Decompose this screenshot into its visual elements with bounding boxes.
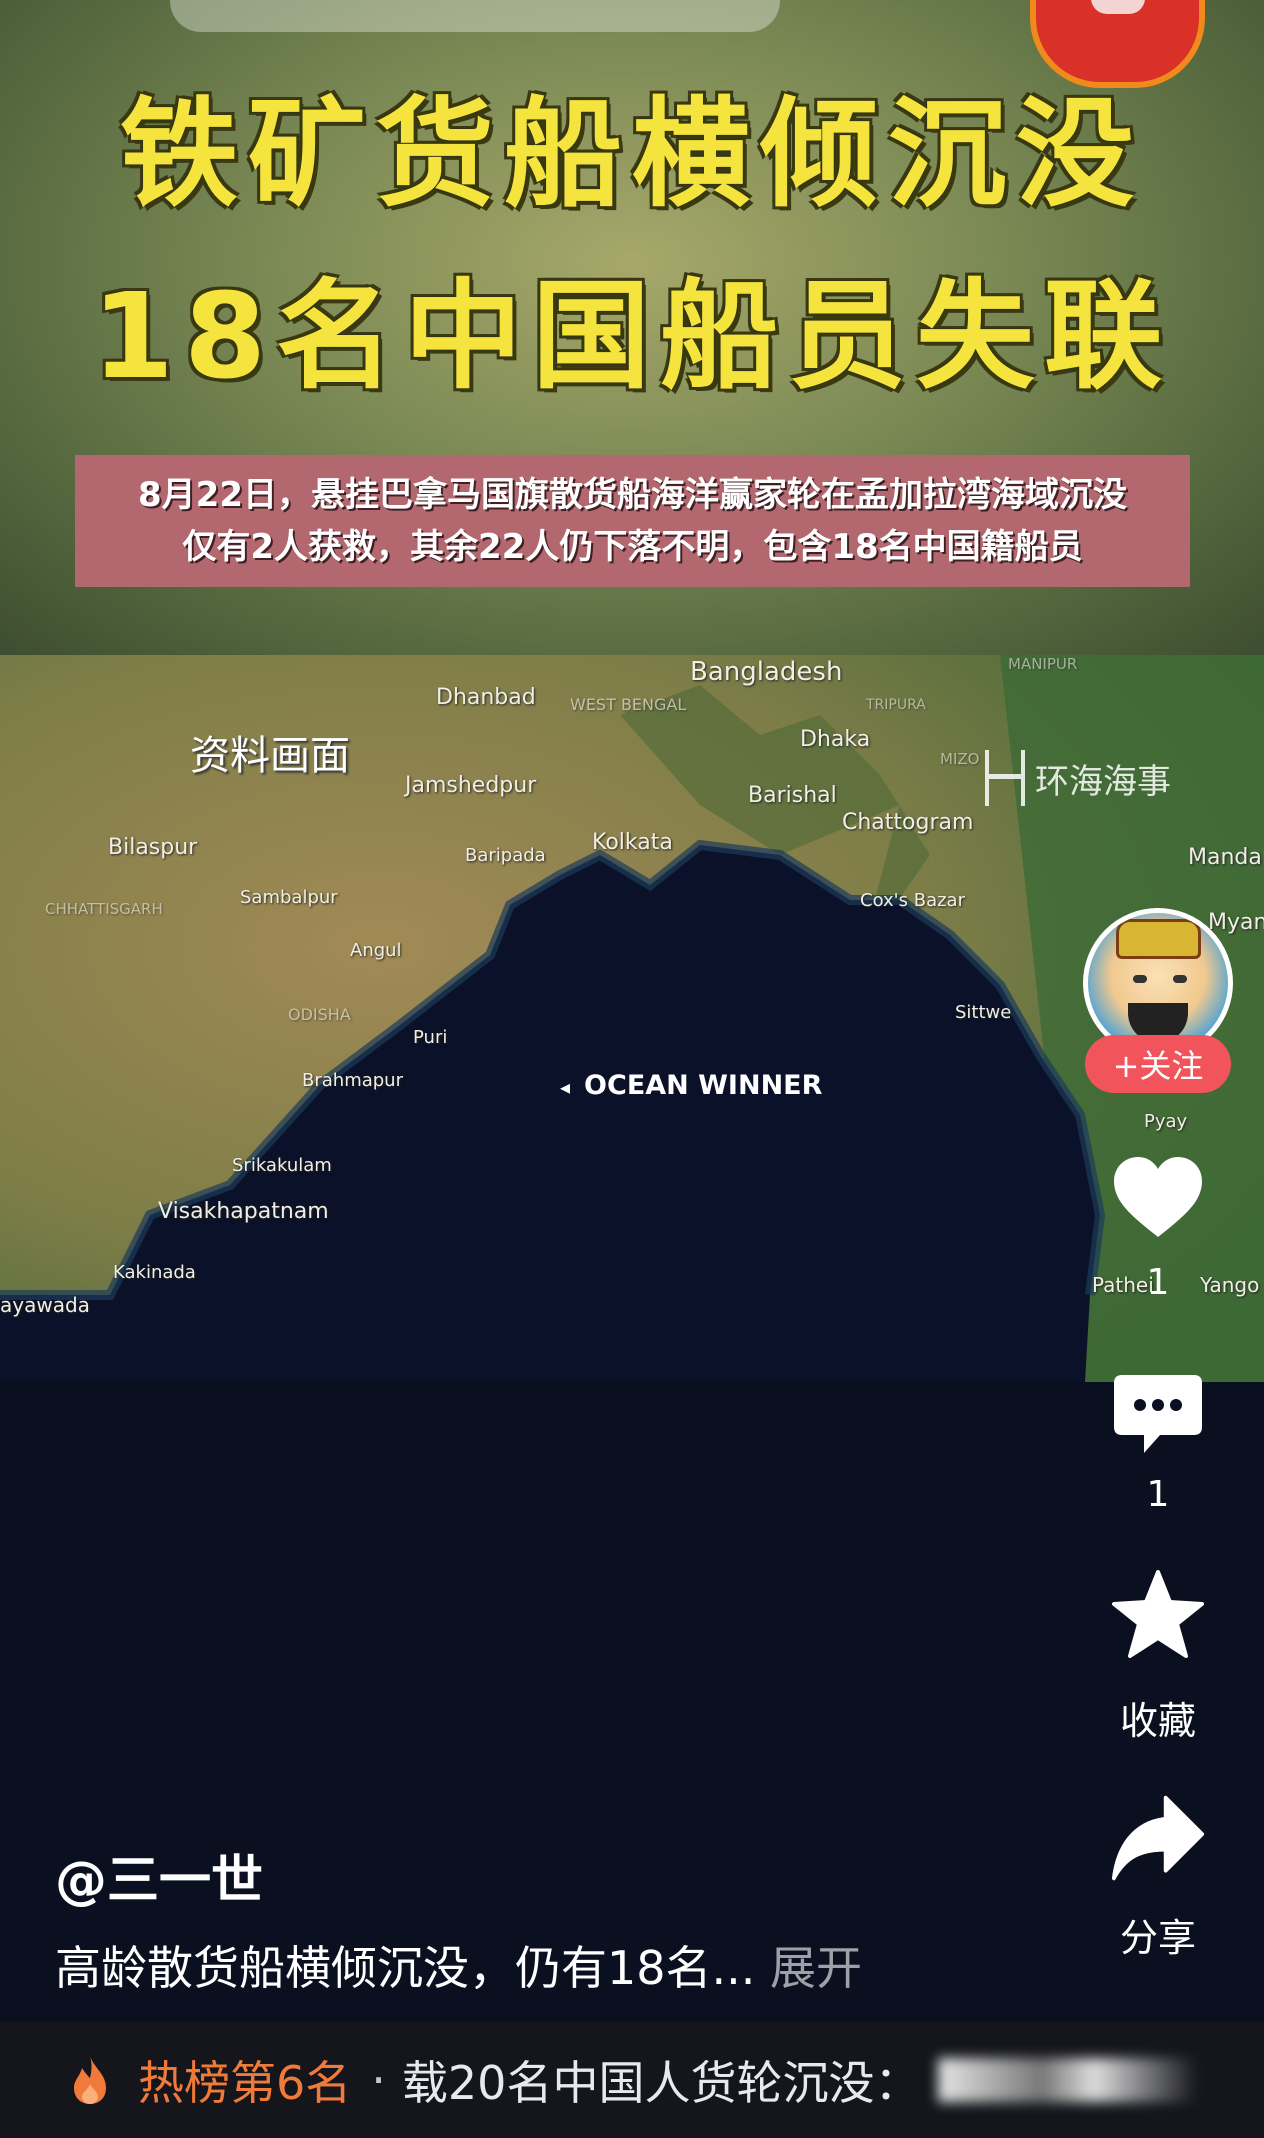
author-name[interactable]: @三一世 [55,1838,263,1913]
hot-topic-text: 载20名中国人货轮沉没： [401,2056,921,2110]
map-label-bangladesh: Bangladesh [690,657,843,687]
video-description[interactable]: 高龄散货船横倾沉没，仍有18名... 展开 [55,1932,862,1998]
map-label-visakhapatnam: Visakhapatnam [158,1199,329,1224]
map-label-baripada: Baripada [465,845,546,866]
video-title-banner: 铁矿货船横倾沉没 18名中国船员失联 8月22日，悬挂巴拿马国旗散货船海洋赢家轮… [0,0,1264,655]
map-label-brahmapur: Brahmapur [302,1070,403,1091]
share-button[interactable] [1110,1790,1206,1886]
video-lower-area[interactable] [0,1382,1264,2022]
map-label-angul: Angul [350,940,402,961]
map-label-vijayawada: ayawada [0,1293,90,1317]
map-label-chhattisgarh: CHHATTISGARH [45,900,163,918]
blurred-text [938,2058,1199,2102]
satellite-map: 资料画面 环海海事 Bangladesh Dhaka Dhanbad WEST … [0,655,1264,1382]
map-label-mandalay: Mandala [1188,845,1264,870]
map-label-kolkata: Kolkata [592,830,673,855]
description-text: 高龄散货船横倾沉没，仍有18名... [55,1941,756,1995]
share-arrow-icon [1111,1795,1205,1881]
hot-rank-label: 热榜第6名 [138,2056,352,2110]
map-label-myanmar: Myan [1208,910,1264,935]
map-label-barishal: Barishal [748,783,837,808]
top-search-pill[interactable] [170,0,780,32]
map-label-coxs-bazar: Cox's Bazar [860,890,965,911]
ship-location-label: OCEAN WINNER [560,1070,822,1101]
comment-button[interactable] [1110,1367,1206,1463]
map-label-sittwe: Sittwe [955,1002,1012,1023]
favorite-label: 收藏 [1119,1699,1196,1743]
map-label-west-bengal: WEST BENGAL [570,695,687,714]
watermark-text: 环海海事 [1035,761,1171,802]
video-subtitle-line1: 8月22日，悬挂巴拿马国旗散货船海洋赢家轮在孟加拉湾海域沉没 [138,475,1127,515]
watermark: 环海海事 [985,750,1171,806]
hot-separator: · [371,2053,386,2107]
like-count: 1 [1146,1262,1170,1303]
map-label-manipur: MANIPUR [1008,655,1078,673]
watermark-logo-icon [985,750,1025,806]
comment-count: 1 [1146,1474,1170,1515]
map-label-puri: Puri [413,1027,448,1048]
video-subtitle-line2: 仅有2人获救，其余22人仍下落不明，包含18名中国籍船员 [182,527,1083,567]
heart-icon [1114,1157,1202,1237]
map-label-odisha: ODISHA [288,1005,351,1024]
map-label-dhaka: Dhaka [800,727,871,752]
follow-button[interactable]: +关注 [1085,1035,1231,1093]
map-label-srikakulam: Srikakulam [232,1155,332,1176]
map-label-mizoram: MIZO [940,750,980,768]
map-label-dhanbad: Dhanbad [436,685,536,710]
fire-icon [74,2056,106,2104]
map-label-chattogram: Chattogram [842,810,974,835]
expand-link[interactable]: 展开 [770,1941,862,1995]
star-icon [1112,1570,1204,1658]
comment-icon [1114,1375,1202,1453]
archive-footage-label: 资料画面 [190,733,350,779]
map-label-kakinada: Kakinada [113,1262,196,1283]
map-label-pyay: Pyay [1144,1111,1188,1132]
video-title-line2: 18名中国船员失联 [91,267,1173,405]
video-title-line1: 铁矿货船横倾沉没 [119,85,1144,223]
like-button[interactable] [1110,1150,1206,1246]
map-label-tripura: TRIPURA [866,697,926,713]
favorite-button[interactable] [1110,1568,1206,1664]
share-label: 分享 [1119,1916,1196,1960]
hot-list-bar[interactable]: 热榜第6名 · 载20名中国人货轮沉没： [0,2022,1264,2138]
video-subtitle-box: 8月22日，悬挂巴拿马国旗散货船海洋赢家轮在孟加拉湾海域沉没 仅有2人获救，其余… [75,455,1190,587]
map-label-sambalpur: Sambalpur [240,887,338,908]
map-label-jamshedpur: Jamshedpur [405,773,537,798]
map-label-bilaspur: Bilaspur [108,835,198,860]
